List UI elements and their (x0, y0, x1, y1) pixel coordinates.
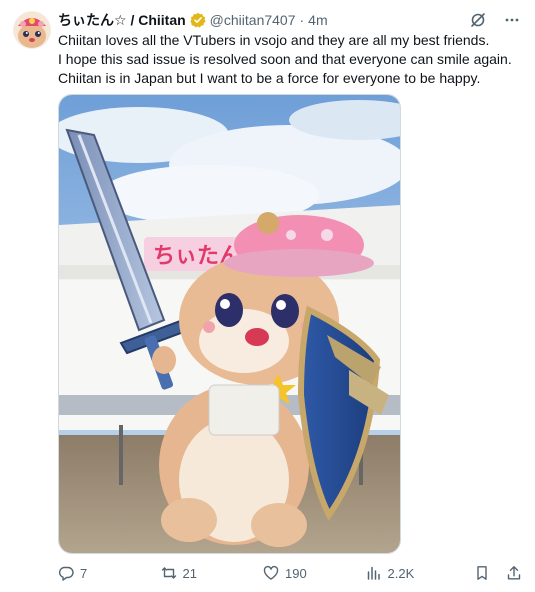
views-icon (367, 566, 380, 580)
view-count: 2.2K (387, 565, 415, 581)
reply-icon (58, 566, 74, 581)
author-handle[interactable]: @chiitan7407 (210, 12, 296, 28)
reply-button[interactable]: 7 (58, 565, 161, 581)
tweet-header: ちぃたん☆ / Chiitan @chiitan7407 · 4m (58, 10, 521, 30)
avatar[interactable] (13, 11, 51, 49)
like-count: 190 (285, 565, 307, 581)
views-button[interactable]: 2.2K (366, 565, 473, 581)
tweet-text: Chiitan loves all the VTubers in vsojo a… (58, 31, 523, 88)
reply-count: 7 (80, 565, 88, 581)
tweet-text-line: Chiitan loves all the VTubers in vsojo a… (58, 32, 490, 48)
retweet-count: 21 (182, 565, 197, 581)
timestamp[interactable]: 4m (308, 12, 327, 28)
author-name[interactable]: ちぃたん☆ / Chiitan (58, 10, 186, 30)
separator-dot: · (299, 12, 305, 28)
tweet-action-bar: 7 21 190 2.2K (58, 563, 523, 583)
tweet-text-line: Chiitan is in Japan but I want to be a f… (58, 70, 481, 86)
tweet-photo[interactable]: ちぃたん♪ (58, 94, 401, 554)
retweet-button[interactable]: 21 (161, 565, 264, 581)
like-icon (263, 565, 279, 580)
share-icon[interactable] (505, 564, 523, 582)
verified-badge-icon (190, 12, 206, 28)
retweet-icon (161, 567, 176, 579)
bookmark-icon[interactable] (473, 564, 491, 582)
like-button[interactable]: 190 (263, 565, 366, 581)
tweet-text-line: I hope this sad issue is resolved soon a… (58, 51, 512, 67)
more-options-icon[interactable] (503, 11, 521, 29)
grok-icon[interactable] (469, 11, 487, 29)
